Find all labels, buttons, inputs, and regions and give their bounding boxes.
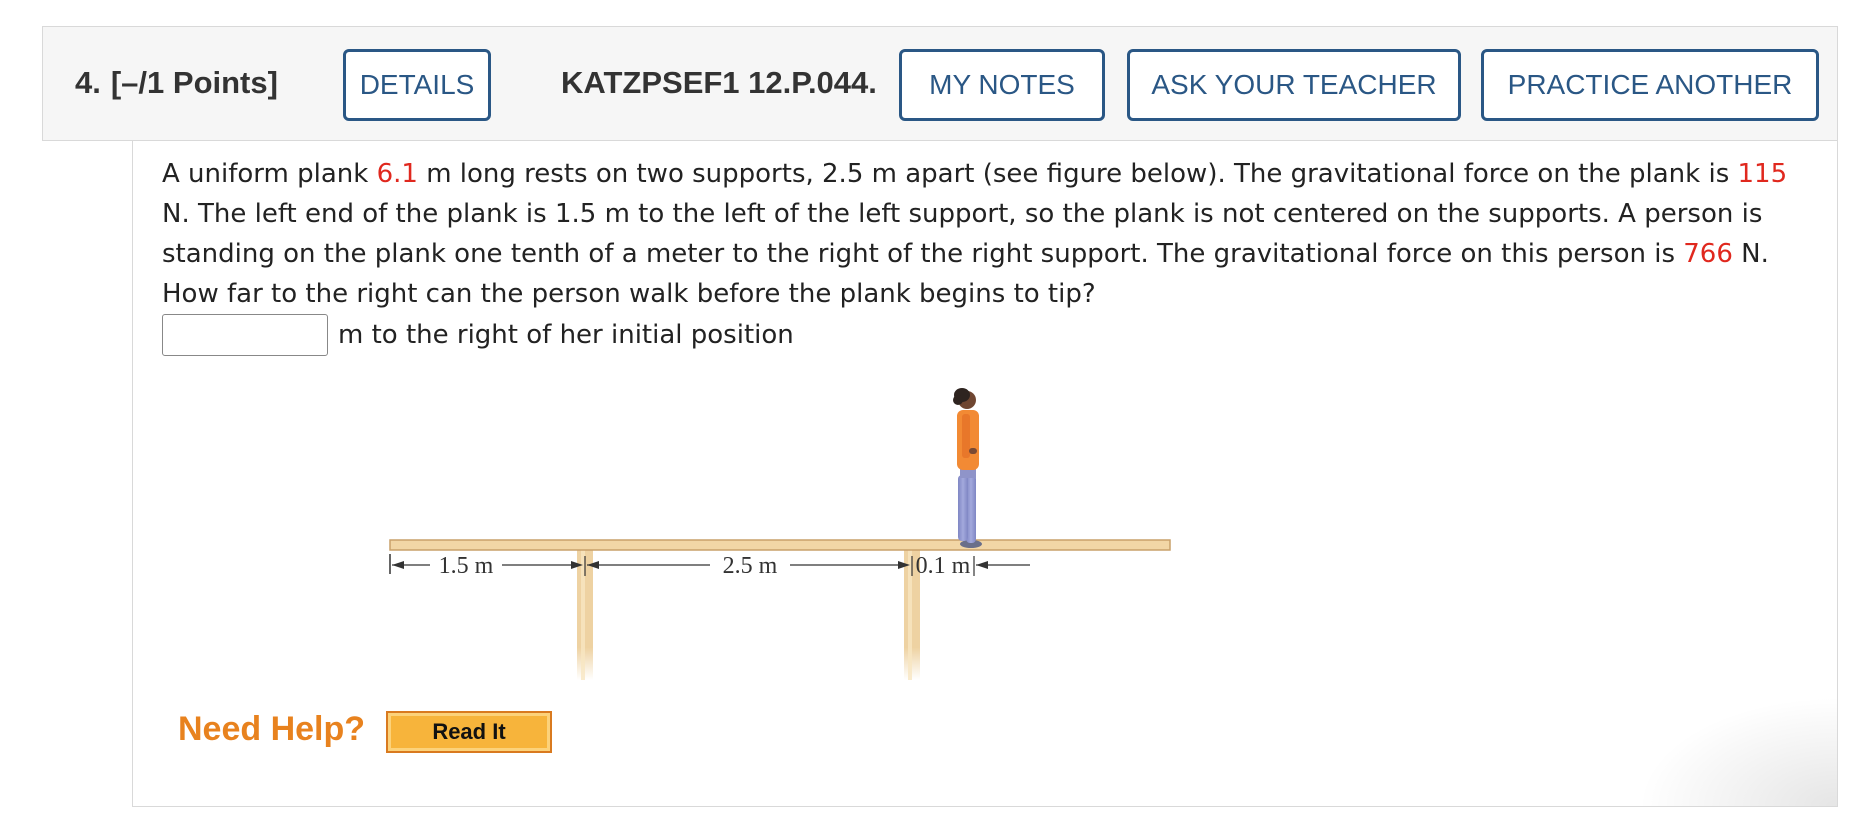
plank-length-value: 6.1	[376, 159, 418, 189]
details-button[interactable]: DETAILS	[343, 49, 491, 121]
problem-statement: A uniform plank 6.1 m long rests on two …	[162, 154, 1802, 314]
plank	[389, 539, 1171, 551]
dimension-1-5m: 1.5 m	[392, 553, 583, 579]
dimension-2-5m: 2.5 m	[587, 553, 910, 579]
plank-figure: 1.5 m 2.5 m 0.1 m	[389, 388, 1171, 680]
need-help-label: Need Help?	[178, 710, 366, 748]
problem-text-part: m long rests on two supports, 2.5 m apar…	[417, 159, 1738, 189]
dimension-label-left: 1.5 m	[439, 553, 494, 579]
dimension-label-middle: 2.5 m	[723, 553, 778, 579]
problem-text-part: N. The left end of the plank is 1.5 m to…	[162, 199, 1763, 269]
dimension-label-right: 0.1 m	[916, 553, 971, 579]
question-title: 4. [–/1 Points]	[75, 65, 278, 101]
question-page: 4. [–/1 Points] DETAILS KATZPSEF1 12.P.04…	[0, 0, 1866, 824]
person-figure	[953, 388, 982, 548]
read-it-button[interactable]: Read It	[386, 711, 552, 753]
ask-your-teacher-button[interactable]: ASK YOUR TEACHER	[1127, 49, 1461, 121]
question-number: 4.	[75, 65, 101, 100]
person-force-value: 766	[1683, 239, 1733, 269]
practice-another-button[interactable]: PRACTICE ANOTHER	[1481, 49, 1819, 121]
plank-force-value: 115	[1737, 159, 1788, 189]
problem-text-part: A uniform plank	[162, 159, 377, 189]
dimension-0-1m: 0.1 m	[916, 553, 1030, 579]
question-points: [–/1 Points]	[110, 65, 278, 100]
my-notes-button[interactable]: MY NOTES	[899, 49, 1105, 121]
question-header: 4. [–/1 Points] DETAILS KATZPSEF1 12.P.04…	[42, 26, 1838, 141]
problem-code: KATZPSEF1 12.P.044.	[561, 65, 877, 100]
corner-shadow	[1637, 696, 1837, 806]
answer-row: m to the right of her initial position	[162, 314, 794, 356]
answer-unit-text: m to the right of her initial position	[338, 320, 794, 350]
answer-input[interactable]	[162, 314, 328, 356]
